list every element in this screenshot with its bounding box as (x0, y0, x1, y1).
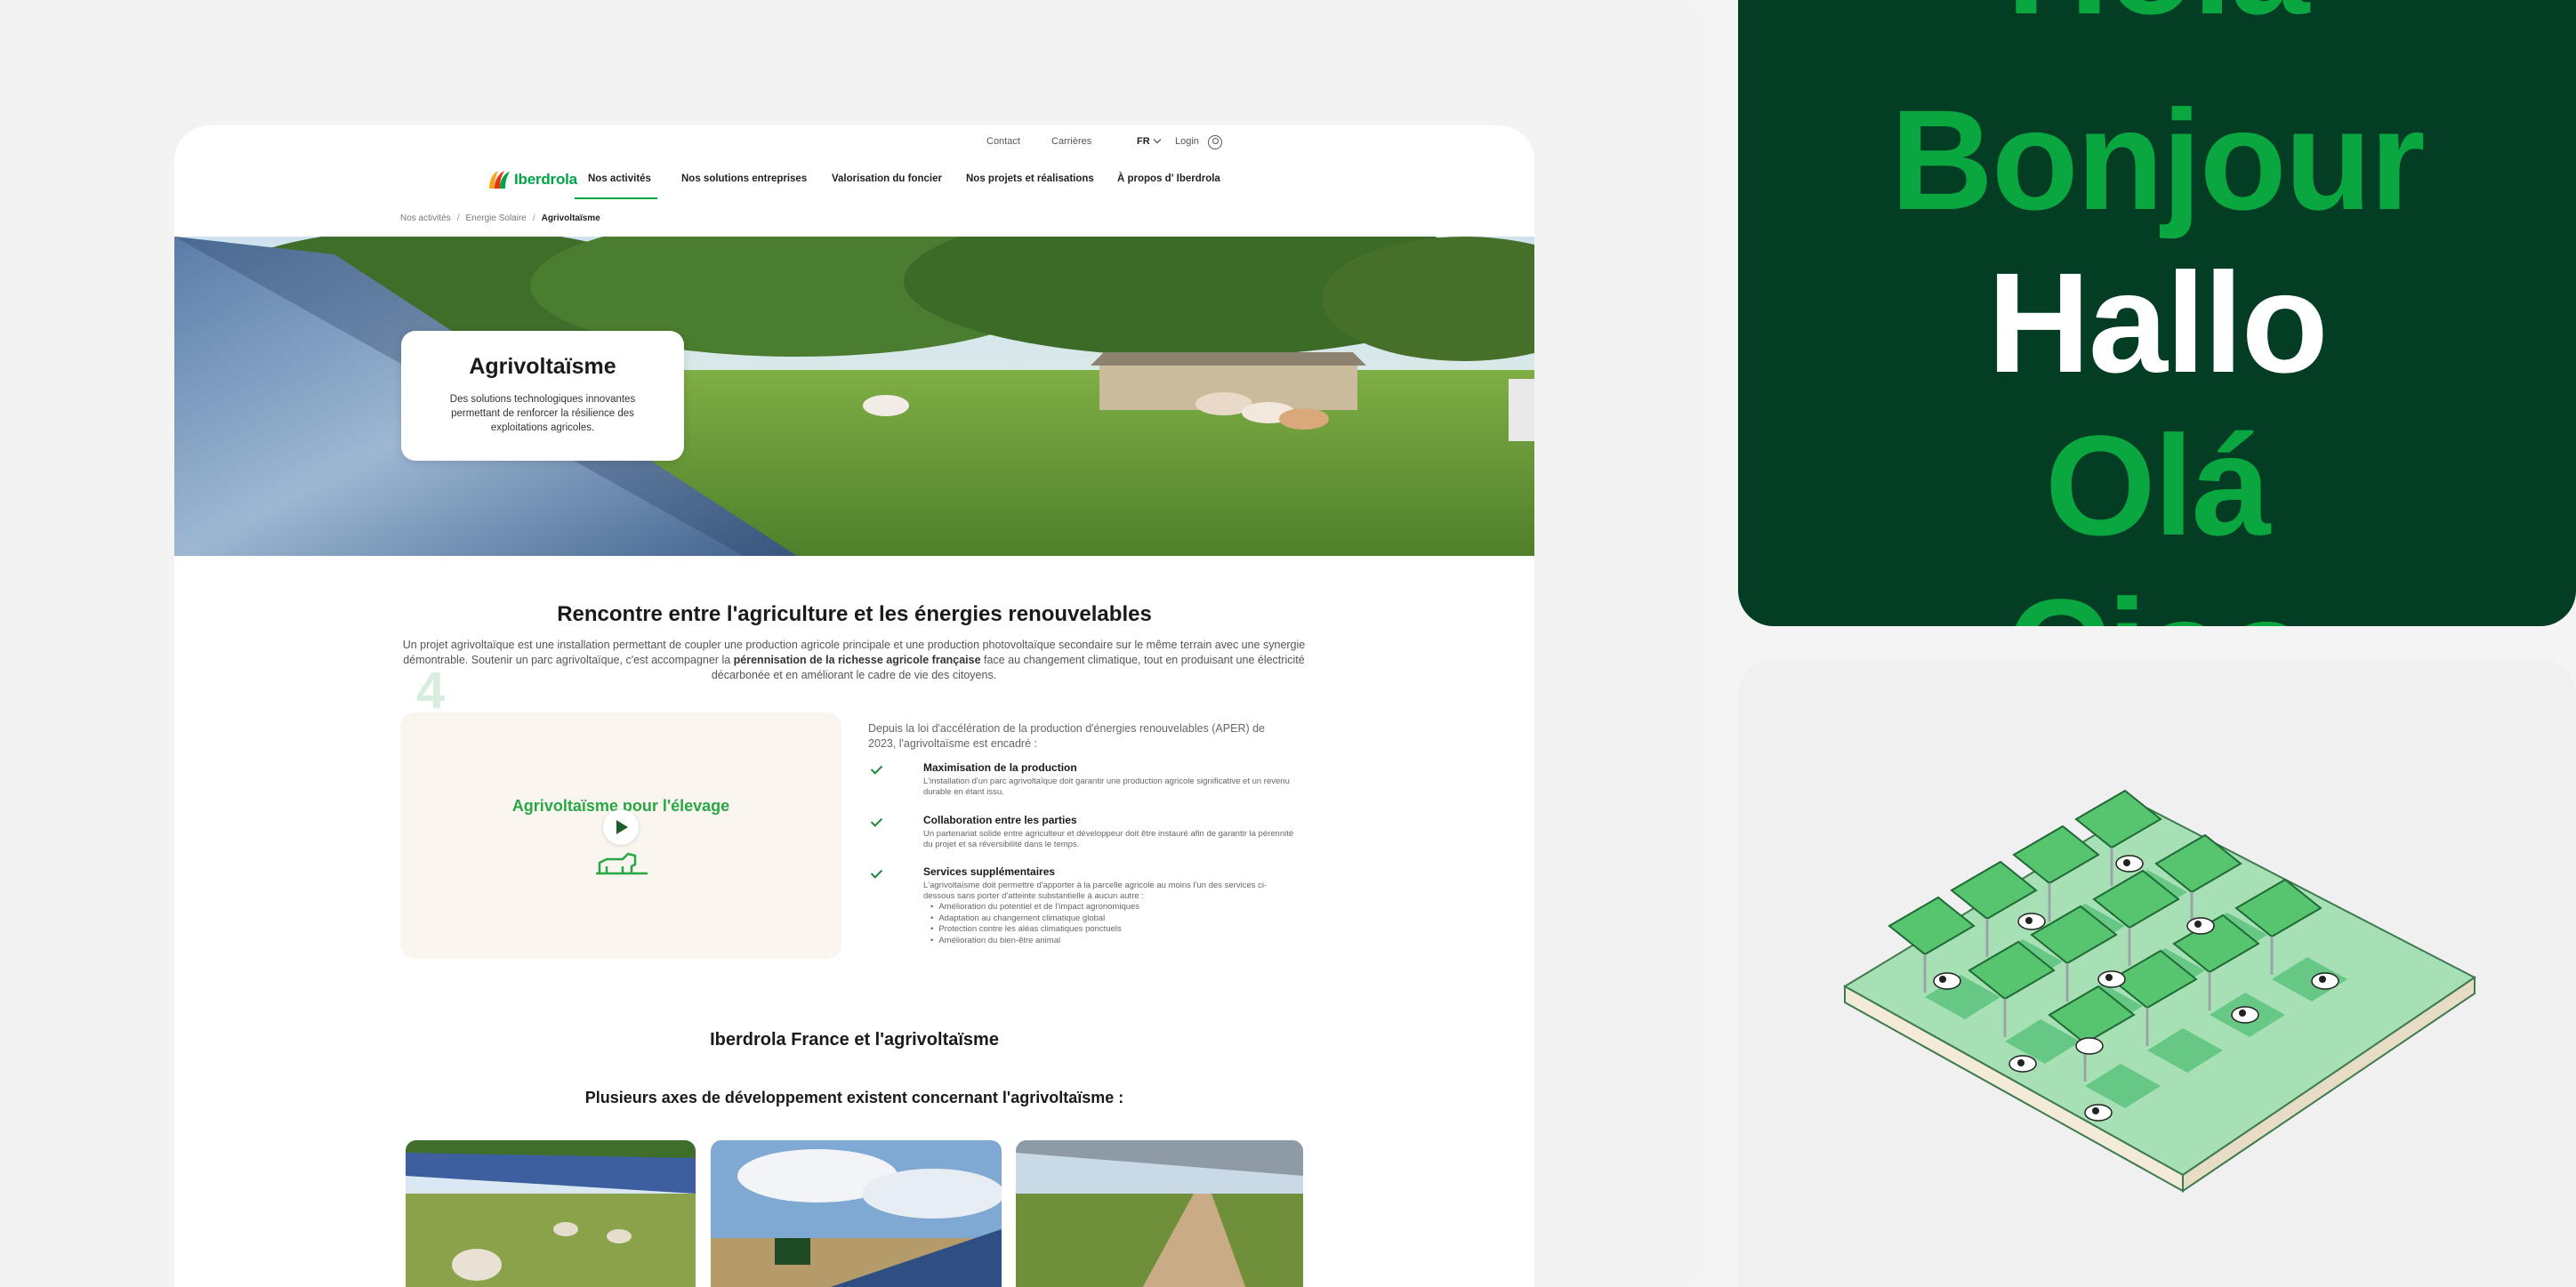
greetings-card: Hola Bonjour Hallo Olá Ciao (1738, 0, 2576, 626)
list-item: Amélioration du bien-être animal (930, 936, 1139, 947)
thumbnail-sheep-solar[interactable] (406, 1140, 696, 1287)
careers-link[interactable]: Carrières (1051, 136, 1091, 147)
section2-subheading: Plusieurs axes de développement existent… (584, 1089, 1124, 1106)
cow-icon (596, 852, 648, 875)
breadcrumb: Nos activités / Energie Solaire / Agrivoltaï… (400, 213, 600, 223)
nav-item-projects[interactable]: Nos projets et réalisations (966, 173, 1094, 184)
harvester-solar-image (711, 1140, 1002, 1287)
breadcrumb-solar[interactable]: Energie Solaire (465, 213, 526, 223)
sheep-solar-image (406, 1140, 696, 1287)
hero-title: Agrivoltaïsme (469, 354, 616, 379)
check-icon (870, 866, 883, 879)
chevron-down-icon (1153, 135, 1161, 144)
hero-title-card: Agrivoltaïsme Des solutions technologiqu… (401, 331, 684, 461)
nav-item-about[interactable]: À propos d' Iberdrola (1117, 173, 1220, 184)
contact-link[interactable]: Contact (986, 136, 1020, 147)
active-nav-indicator (575, 197, 657, 199)
language-label: FR (1137, 136, 1150, 147)
isometric-solar-farm-illustration (1843, 789, 2476, 1193)
play-icon[interactable] (603, 809, 639, 845)
aper-intro: Depuis la loi d'accélération de la produ… (868, 722, 1266, 750)
nav-item-land-valuation[interactable]: Valorisation du foncier (832, 173, 942, 184)
criterion-text: Un partenariat solide entre agriculteur … (923, 829, 1294, 849)
user-icon[interactable] (1208, 135, 1222, 149)
agrivoltaic-illustration-card (1738, 659, 2576, 1287)
criterion-text: L'agrivoltaïsme doit permettre d'apporte… (923, 881, 1268, 901)
thumbnail-harvester-solar[interactable] (711, 1140, 1002, 1287)
hero-subtitle: Des solutions technologiques innovantes … (449, 394, 636, 433)
greeting-bonjour: Bonjour (1890, 80, 2425, 239)
login-link[interactable]: Login (1175, 136, 1199, 147)
thumbnail-vineyard-solar[interactable] (1016, 1140, 1303, 1287)
iberdrola-logo[interactable]: Iberdrola (487, 168, 577, 191)
criterion-title: Services supplémentaires (923, 865, 1056, 878)
intro-paragraph: Un projet agrivoltaïque est une installa… (400, 638, 1308, 683)
greeting-hola: Hola (1738, 0, 2576, 36)
criterion-title: Collaboration entre les parties (923, 814, 1077, 826)
list-item: Protection contre les aléas climatiques … (930, 924, 1139, 936)
language-selector[interactable]: FR (1137, 135, 1161, 147)
services-list: Amélioration du potentiel et de l'impact… (930, 902, 1139, 946)
nav-item-activities[interactable]: Nos activités (588, 173, 651, 184)
website-card: Contact Carrières FR Login Iberdrola Nos… (174, 125, 1534, 1287)
greeting-ola: Olá (2045, 406, 2271, 565)
check-icon (870, 815, 883, 827)
list-item: Adaptation au changement climatique glob… (930, 913, 1139, 925)
breadcrumb-activities[interactable]: Nos activités (400, 213, 451, 223)
section2-heading: Iberdrola France et l'agrivoltaïsme (710, 1030, 999, 1050)
greeting-hallo: Hallo (1987, 243, 2328, 402)
video-card[interactable]: Agrivoltaïsme pour l'élevage (400, 712, 841, 959)
check-icon (870, 762, 883, 775)
breadcrumb-current: Agrivoltaïsme (541, 213, 600, 223)
intro-text-bold: pérennisation de la richesse agricole fr… (733, 654, 981, 666)
greeting-ciao: Ciao (1738, 578, 2576, 627)
intro-heading: Rencontre entre l'agriculture et les éne… (557, 602, 1152, 626)
leaf-logo-icon (489, 171, 510, 189)
criterion-text: L'installation d'un parc agrivoltaïque d… (923, 776, 1290, 797)
nav-item-business-solutions[interactable]: Nos solutions entreprises (681, 173, 807, 184)
list-item: Amélioration du potentiel et de l'impact… (930, 902, 1139, 913)
logo-text: Iberdrola (514, 171, 577, 188)
utility-bar: Contact Carrières FR Login (174, 125, 1534, 179)
criterion-title: Maximisation de la production (923, 761, 1077, 774)
left-panel: Contact Carrières FR Login Iberdrola Nos… (0, 0, 1705, 1287)
hero-image (174, 237, 1534, 556)
vineyard-solar-image (1016, 1140, 1303, 1287)
hero-banner: Agrivoltaïsme Des solutions technologiqu… (174, 237, 1534, 556)
ghost-number: 4 (416, 662, 446, 720)
